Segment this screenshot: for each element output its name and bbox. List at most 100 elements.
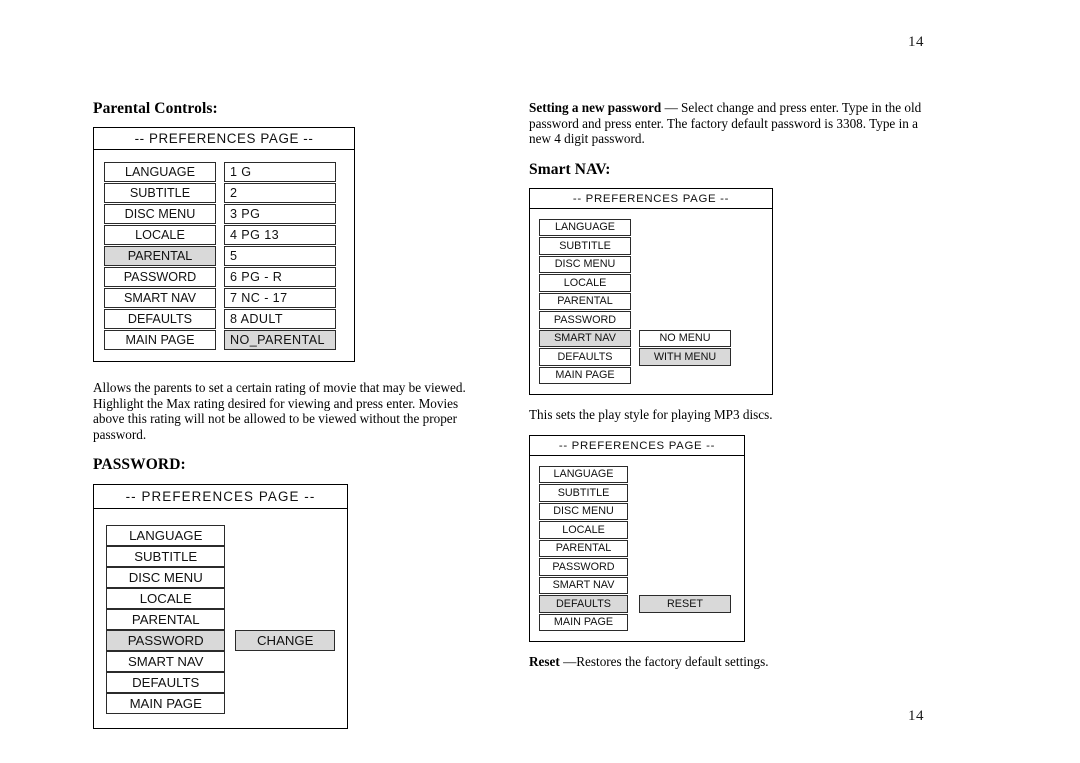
smart-nav-heading: Smart NAV: [529, 160, 611, 178]
rating-option-6[interactable]: 6 PG - R [224, 267, 336, 287]
new-password-paragraph: Setting a new password — Select change a… [529, 100, 929, 147]
menu-item-locale[interactable]: LOCALE [106, 588, 226, 609]
rating-option-8[interactable]: 8 ADULT [224, 309, 336, 329]
page-number-bottom: 14 [908, 708, 924, 724]
parental-preferences-diagram: -- PREFERENCES PAGE -- LANGUAGE SUBTITLE… [93, 127, 355, 362]
value-slot-empty-1 [235, 525, 335, 546]
menu-item-smart-nav[interactable]: SMART NAV [539, 576, 628, 594]
menu-item-language[interactable]: LANGUAGE [539, 465, 628, 483]
menu-item-password[interactable]: PASSWORD [104, 267, 216, 287]
value-slot-empty-3 [639, 503, 731, 521]
menu-item-main-page[interactable]: MAIN PAGE [106, 693, 226, 714]
menu-item-smart-nav[interactable]: SMART NAV [539, 329, 631, 347]
value-slot-empty-2 [235, 546, 335, 567]
rating-option-5[interactable]: 5 [224, 246, 336, 266]
rating-option-no-parental[interactable]: NO_PARENTAL [224, 330, 336, 350]
password-value-column: CHANGE [235, 525, 335, 714]
rating-option-2[interactable]: 2 [224, 183, 336, 203]
value-slot-empty-8 [639, 614, 731, 632]
new-password-lead: Setting a new password [529, 100, 662, 115]
reset-lead: Reset [529, 654, 560, 669]
defaults-option-reset[interactable]: RESET [639, 595, 731, 613]
menu-item-password[interactable]: PASSWORD [106, 630, 226, 651]
menu-item-defaults[interactable]: DEFAULTS [106, 672, 226, 693]
menu-item-locale[interactable]: LOCALE [539, 521, 628, 539]
value-slot-empty-6 [235, 651, 335, 672]
menu-item-disc-menu[interactable]: DISC MENU [104, 204, 216, 224]
menu-item-main-page[interactable]: MAIN PAGE [539, 613, 628, 631]
smart-nav-preferences-diagram: -- PREFERENCES PAGE -- LANGUAGE SUBTITLE… [529, 187, 773, 395]
menu-item-main-page[interactable]: MAIN PAGE [104, 330, 216, 350]
menu-item-defaults[interactable]: DEFAULTS [539, 595, 628, 613]
page-number-top: 14 [908, 34, 924, 50]
value-slot-empty-5 [639, 540, 731, 558]
preferences-body: LANGUAGE SUBTITLE DISC MENU LOCALE PAREN… [530, 209, 772, 395]
value-slot-empty-4 [235, 588, 335, 609]
menu-item-language[interactable]: LANGUAGE [104, 162, 216, 182]
value-slot-empty-2 [639, 484, 731, 502]
menu-item-subtitle[interactable]: SUBTITLE [539, 484, 628, 502]
menu-column: LANGUAGE SUBTITLE DISC MENU LOCALE PAREN… [106, 525, 226, 714]
preferences-page-header: -- PREFERENCES PAGE -- [94, 128, 354, 150]
value-slot-empty-7 [639, 577, 731, 595]
menu-column: LANGUAGE SUBTITLE DISC MENU LOCALE PAREN… [104, 162, 216, 351]
reset-text: —Restores the factory default settings. [559, 654, 769, 669]
preferences-page-header: -- PREFERENCES PAGE -- [530, 189, 772, 209]
menu-item-language[interactable]: LANGUAGE [539, 218, 631, 236]
menu-item-smart-nav[interactable]: SMART NAV [104, 288, 216, 308]
menu-item-smart-nav[interactable]: SMART NAV [106, 651, 226, 672]
menu-column: LANGUAGE SUBTITLE DISC MENU LOCALE PAREN… [539, 465, 628, 633]
value-slot-empty-2 [639, 237, 731, 255]
reset-description: Reset —Restores the factory default sett… [529, 654, 929, 670]
value-slot-empty-5 [235, 609, 335, 630]
menu-item-disc-menu[interactable]: DISC MENU [539, 255, 631, 273]
menu-column: LANGUAGE SUBTITLE DISC MENU LOCALE PAREN… [539, 218, 631, 386]
value-slot-empty-6 [639, 311, 731, 329]
value-slot-empty-6 [639, 558, 731, 576]
smart-nav-option-with-menu[interactable]: WITH MENU [639, 348, 731, 366]
preferences-page-header: -- PREFERENCES PAGE -- [94, 485, 347, 509]
menu-item-language[interactable]: LANGUAGE [106, 525, 226, 546]
menu-item-password[interactable]: PASSWORD [539, 558, 628, 576]
value-slot-empty-8 [235, 693, 335, 714]
preferences-page-header: -- PREFERENCES PAGE -- [530, 436, 744, 456]
rating-option-4[interactable]: 4 PG 13 [224, 225, 336, 245]
preferences-body: LANGUAGE SUBTITLE DISC MENU LOCALE PAREN… [94, 150, 354, 361]
parental-description: Allows the parents to set a certain rati… [93, 380, 466, 442]
menu-item-defaults[interactable]: DEFAULTS [539, 348, 631, 366]
smart-nav-description: This sets the play style for playing MP3… [529, 407, 773, 422]
rating-option-7[interactable]: 7 NC - 17 [224, 288, 336, 308]
menu-item-locale[interactable]: LOCALE [104, 225, 216, 245]
value-slot-empty-5 [639, 293, 731, 311]
left-column: Parental Controls: -- PREFERENCES PAGE -… [93, 100, 483, 729]
password-preferences-diagram: -- PREFERENCES PAGE -- LANGUAGE SUBTITLE… [93, 484, 348, 729]
password-heading: PASSWORD: [93, 456, 186, 473]
value-slot-empty-1 [639, 219, 731, 237]
value-slot-empty-4 [639, 521, 731, 539]
menu-item-defaults[interactable]: DEFAULTS [104, 309, 216, 329]
menu-item-subtitle[interactable]: SUBTITLE [104, 183, 216, 203]
menu-item-parental[interactable]: PARENTAL [539, 292, 631, 310]
value-slot-empty-4 [639, 274, 731, 292]
menu-item-password[interactable]: PASSWORD [539, 311, 631, 329]
value-slot-empty-3 [235, 567, 335, 588]
menu-item-subtitle[interactable]: SUBTITLE [106, 546, 226, 567]
menu-item-parental[interactable]: PARENTAL [106, 609, 226, 630]
defaults-preferences-diagram: -- PREFERENCES PAGE -- LANGUAGE SUBTITLE… [529, 434, 745, 642]
value-slot-empty-1 [639, 466, 731, 484]
value-slot-empty-7 [235, 672, 335, 693]
defaults-value-column: RESET [639, 466, 731, 633]
rating-option-3[interactable]: 3 PG [224, 204, 336, 224]
password-option-change[interactable]: CHANGE [235, 630, 335, 651]
value-slot-empty-3 [639, 256, 731, 274]
menu-item-parental[interactable]: PARENTAL [104, 246, 216, 266]
menu-item-parental[interactable]: PARENTAL [539, 539, 628, 557]
smart-nav-option-no-menu[interactable]: NO MENU [639, 329, 731, 347]
menu-item-subtitle[interactable]: SUBTITLE [539, 237, 631, 255]
rating-option-1[interactable]: 1 G [224, 162, 336, 182]
menu-item-main-page[interactable]: MAIN PAGE [539, 366, 631, 384]
menu-item-disc-menu[interactable]: DISC MENU [539, 502, 628, 520]
menu-item-locale[interactable]: LOCALE [539, 274, 631, 292]
preferences-body: LANGUAGE SUBTITLE DISC MENU LOCALE PAREN… [530, 456, 744, 642]
menu-item-disc-menu[interactable]: DISC MENU [106, 567, 226, 588]
